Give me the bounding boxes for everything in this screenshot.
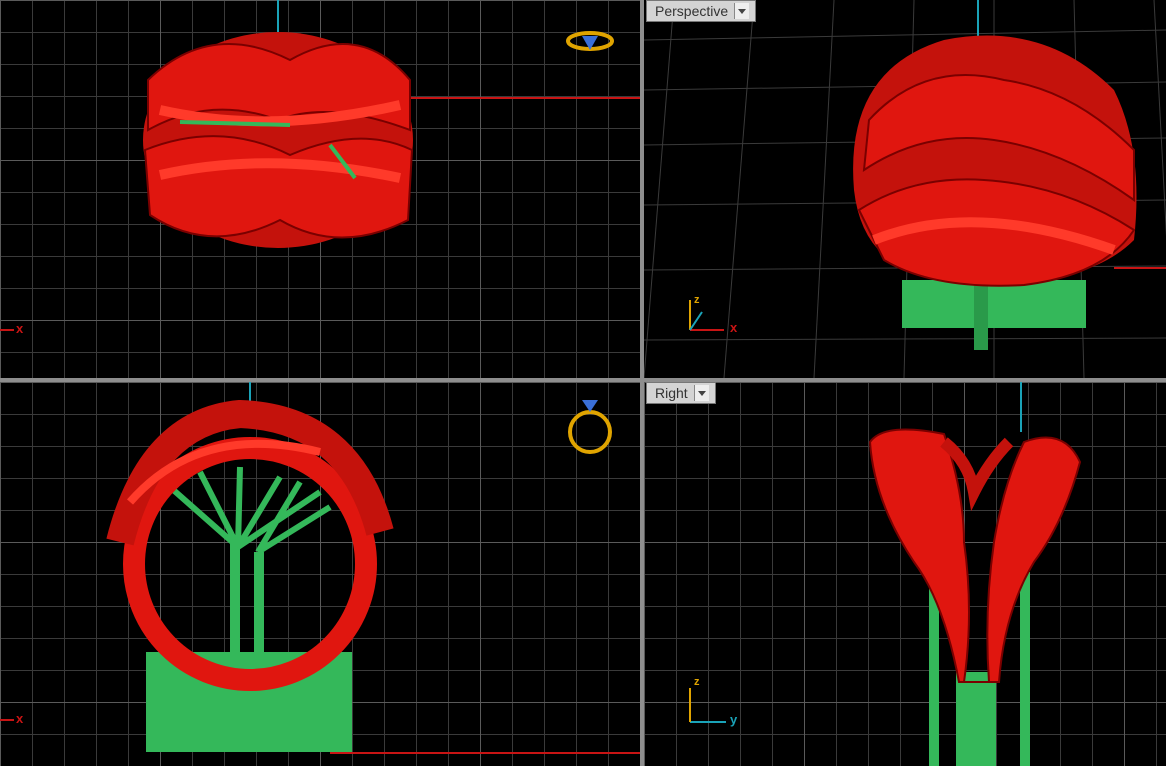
axis-gizmo-right: [689, 688, 726, 723]
ring-gizmo-top-icon: [566, 31, 614, 51]
top-scene: [0, 0, 640, 331]
axis-x-label: x: [16, 711, 24, 726]
axis-z-label: z: [694, 294, 700, 306]
axis-z-label: z: [694, 676, 700, 688]
ring-model-perspective: [853, 35, 1137, 287]
viewport-top[interactable]: x: [0, 0, 640, 378]
ring-gizmo-front-icon: [568, 400, 612, 454]
viewport-title-right: Right: [655, 385, 688, 401]
viewport-tab-right[interactable]: Right: [646, 382, 716, 404]
viewport-title-perspective: Perspective: [655, 3, 729, 19]
axis-y-label: y: [730, 712, 738, 727]
dropdown-arrow-icon[interactable]: [693, 385, 709, 401]
ring-model-top: [143, 32, 414, 248]
axis-x-label: x: [730, 320, 738, 335]
dropdown-arrow-icon[interactable]: [734, 3, 750, 19]
right-scene: [689, 382, 1082, 766]
axis-x-label: x: [16, 321, 24, 336]
viewport-front[interactable]: x: [0, 382, 640, 766]
viewport-perspective[interactable]: Perspective x z: [644, 0, 1166, 378]
viewport-right[interactable]: Right y z: [644, 382, 1166, 766]
supports-front: [146, 466, 352, 752]
perspective-scene: [644, 0, 1166, 378]
front-scene: [0, 382, 640, 754]
ring-model-front: [106, 399, 394, 691]
viewport-tab-perspective[interactable]: Perspective: [646, 0, 757, 22]
ring-model-right: [868, 428, 1082, 683]
